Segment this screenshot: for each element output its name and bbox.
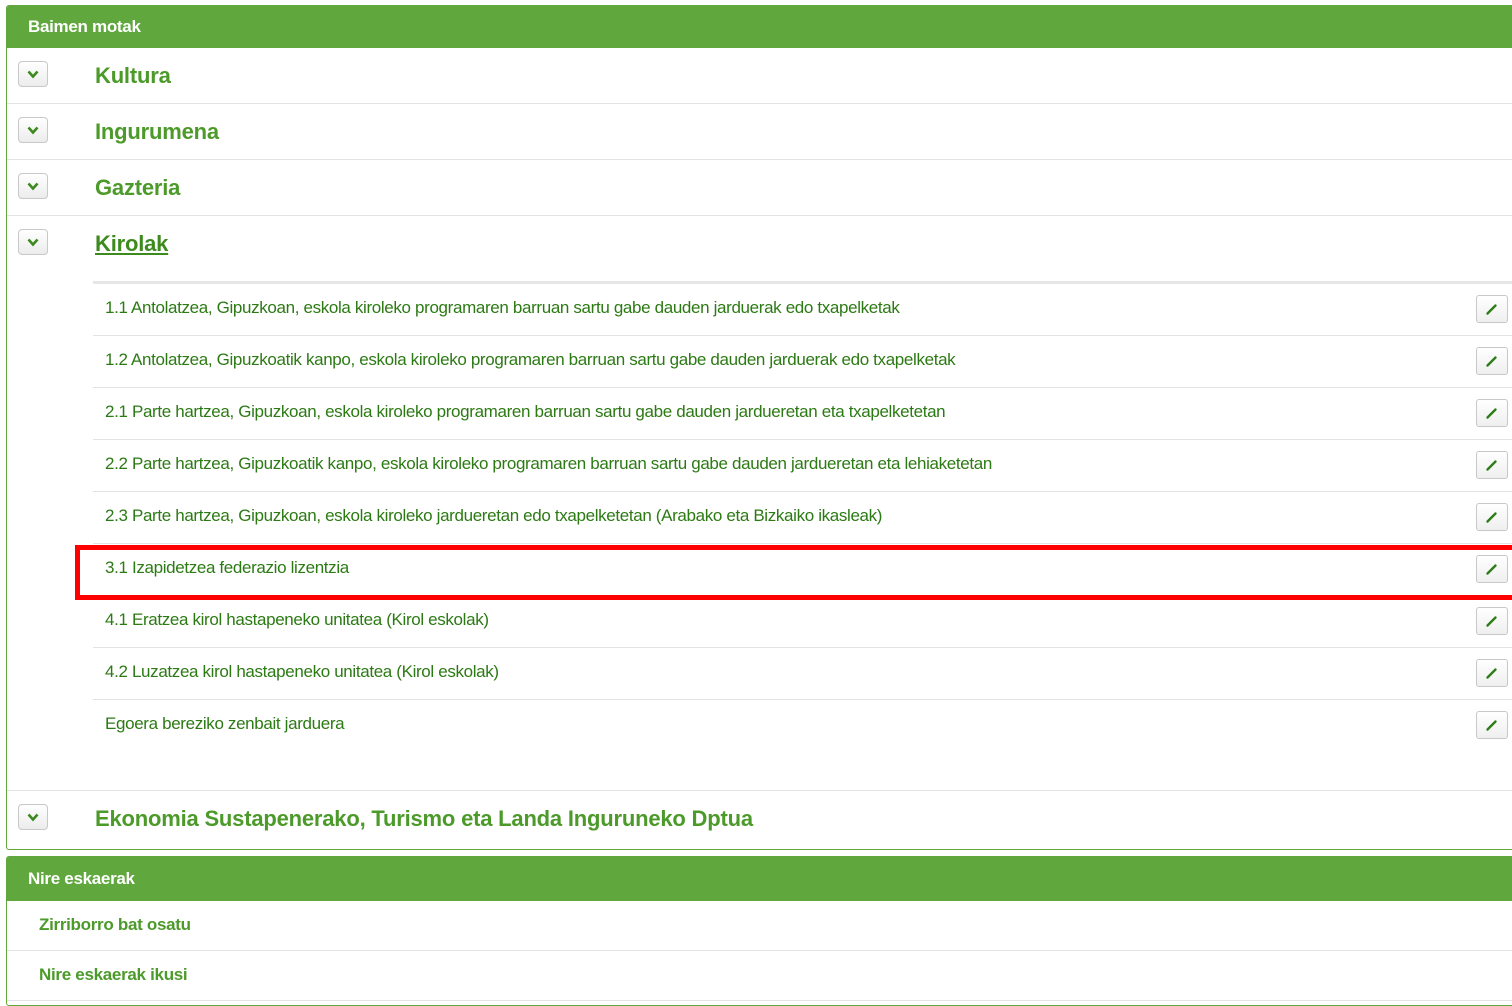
view-requests-link[interactable]: Nire eskaerak ikusi bbox=[7, 951, 1512, 1001]
subcategory-item[interactable]: 1.1 Antolatzea, Gipuzkoan, eskola kirole… bbox=[93, 284, 1512, 336]
subcategory-link[interactable]: 1.1 Antolatzea, Gipuzkoan, eskola kirole… bbox=[105, 284, 900, 332]
my-requests-panel: Nire eskaerak Zirriborro bat osatu Nire … bbox=[6, 856, 1512, 1006]
pencil-icon bbox=[1486, 564, 1497, 575]
edit-button[interactable] bbox=[1476, 555, 1508, 583]
subcategory-link[interactable]: 2.1 Parte hartzea, Gipuzkoan, eskola kir… bbox=[105, 388, 946, 436]
subcategory-link[interactable]: 1.2 Antolatzea, Gipuzkoatik kanpo, eskol… bbox=[105, 336, 956, 384]
subcategory-link[interactable]: 4.1 Eratzea kirol hastapeneko unitatea (… bbox=[105, 596, 489, 644]
category-kultura[interactable]: Kultura bbox=[7, 48, 1512, 104]
pencil-icon bbox=[1486, 460, 1497, 471]
category-gazteria[interactable]: Gazteria bbox=[7, 160, 1512, 216]
permit-types-header: Baimen motak bbox=[7, 6, 1512, 48]
kirolak-subcategory-panel: 1.1 Antolatzea, Gipuzkoan, eskola kirole… bbox=[7, 271, 1512, 791]
subcategory-item[interactable]: 2.2 Parte hartzea, Gipuzkoatik kanpo, es… bbox=[93, 440, 1512, 492]
expand-toggle-button[interactable] bbox=[18, 804, 48, 830]
pencil-icon bbox=[1486, 720, 1497, 731]
pencil-icon bbox=[1486, 512, 1497, 523]
subcategory-item[interactable]: 1.2 Antolatzea, Gipuzkoatik kanpo, eskol… bbox=[93, 336, 1512, 388]
category-ingurumena[interactable]: Ingurumena bbox=[7, 104, 1512, 160]
edit-button[interactable] bbox=[1476, 503, 1508, 531]
subcategory-item[interactable]: 4.2 Luzatzea kirol hastapeneko unitatea … bbox=[93, 648, 1512, 700]
draft-link[interactable]: Zirriborro bat osatu bbox=[7, 901, 1512, 951]
edit-button[interactable] bbox=[1476, 347, 1508, 375]
edit-button[interactable] bbox=[1476, 711, 1508, 739]
edit-button[interactable] bbox=[1476, 659, 1508, 687]
chevron-down-icon bbox=[27, 126, 39, 134]
subcategory-link[interactable]: Egoera bereziko zenbait jarduera bbox=[105, 700, 345, 748]
edit-button[interactable] bbox=[1476, 295, 1508, 323]
category-label[interactable]: Kultura bbox=[95, 48, 171, 103]
chevron-down-icon bbox=[27, 813, 39, 821]
pencil-icon bbox=[1486, 668, 1497, 679]
subcategory-item[interactable]: 2.3 Parte hartzea, Gipuzkoan, eskola kir… bbox=[93, 492, 1512, 544]
subcategory-item[interactable]: 3.1 Izapidetzea federazio lizentzia bbox=[93, 544, 1512, 596]
expand-toggle-button[interactable] bbox=[18, 61, 48, 87]
expand-toggle-button[interactable] bbox=[18, 117, 48, 143]
subcategory-item[interactable]: 4.1 Eratzea kirol hastapeneko unitatea (… bbox=[93, 596, 1512, 648]
expand-toggle-button[interactable] bbox=[18, 229, 48, 255]
category-ekonomia[interactable]: Ekonomia Sustapenerako, Turismo eta Land… bbox=[7, 791, 1512, 846]
edit-button[interactable] bbox=[1476, 399, 1508, 427]
edit-button[interactable] bbox=[1476, 451, 1508, 479]
chevron-down-icon bbox=[27, 182, 39, 190]
subcategory-link[interactable]: 4.2 Luzatzea kirol hastapeneko unitatea … bbox=[105, 648, 499, 696]
edit-button[interactable] bbox=[1476, 607, 1508, 635]
category-label[interactable]: Kirolak bbox=[95, 216, 168, 271]
chevron-down-icon bbox=[27, 70, 39, 78]
pencil-icon bbox=[1486, 616, 1497, 627]
subcategory-link[interactable]: 2.2 Parte hartzea, Gipuzkoatik kanpo, es… bbox=[105, 440, 992, 488]
category-label[interactable]: Ingurumena bbox=[95, 104, 219, 159]
permit-types-panel: Baimen motak Kultura Ingurumena Gazteria… bbox=[6, 5, 1512, 850]
subcategory-link[interactable]: 2.3 Parte hartzea, Gipuzkoan, eskola kir… bbox=[105, 492, 882, 540]
pencil-icon bbox=[1486, 304, 1497, 315]
subcategory-list: 1.1 Antolatzea, Gipuzkoan, eskola kirole… bbox=[93, 281, 1512, 751]
subcategory-item[interactable]: Egoera bereziko zenbait jarduera bbox=[93, 700, 1512, 751]
pencil-icon bbox=[1486, 408, 1497, 419]
pencil-icon bbox=[1486, 356, 1497, 367]
my-requests-header: Nire eskaerak bbox=[7, 857, 1512, 901]
category-kirolak[interactable]: Kirolak bbox=[7, 216, 1512, 271]
category-label[interactable]: Gazteria bbox=[95, 160, 180, 215]
category-label[interactable]: Ekonomia Sustapenerako, Turismo eta Land… bbox=[95, 791, 753, 846]
expand-toggle-button[interactable] bbox=[18, 173, 48, 199]
subcategory-link[interactable]: 3.1 Izapidetzea federazio lizentzia bbox=[105, 544, 349, 592]
subcategory-item[interactable]: 2.1 Parte hartzea, Gipuzkoan, eskola kir… bbox=[93, 388, 1512, 440]
chevron-down-icon bbox=[27, 238, 39, 246]
